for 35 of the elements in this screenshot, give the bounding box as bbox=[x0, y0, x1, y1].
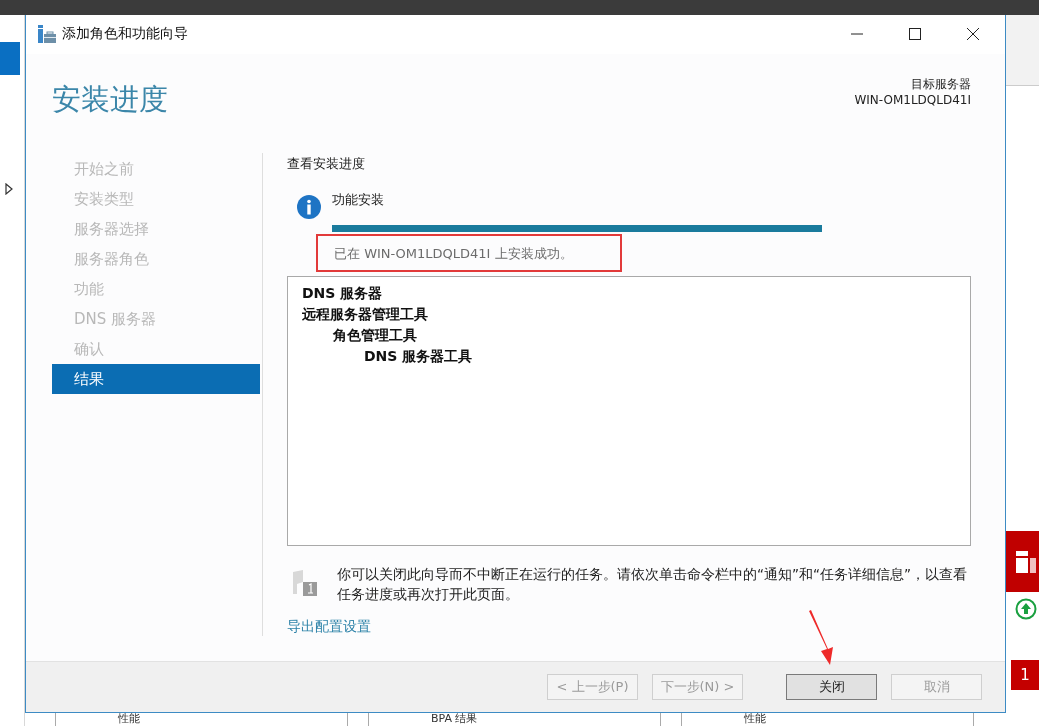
notification-tile[interactable] bbox=[1006, 531, 1039, 592]
info-icon bbox=[297, 194, 321, 219]
tile-title: 性能 bbox=[118, 713, 140, 725]
window-title: 添加角色和功能向导 bbox=[62, 25, 188, 44]
export-settings-link[interactable]: 导出配置设置 bbox=[287, 617, 371, 636]
wizard-button[interactable]: 关闭 bbox=[786, 673, 877, 700]
tile-title: BPA 结果 bbox=[431, 713, 478, 725]
server-toolbox-icon bbox=[38, 25, 56, 44]
wizard-step[interactable]: 确认 bbox=[52, 333, 260, 364]
close-icon bbox=[967, 28, 979, 41]
maximize-icon bbox=[909, 28, 921, 41]
expand-icon[interactable] bbox=[5, 183, 13, 195]
wizard-step[interactable]: 结果 bbox=[52, 363, 260, 394]
wizard-step[interactable]: 功能 bbox=[52, 273, 260, 304]
section-heading: 查看安装进度 bbox=[287, 154, 365, 173]
target-server-label: 目标服务器 bbox=[911, 76, 971, 93]
wizard-step[interactable]: DNS 服务器 bbox=[52, 303, 260, 334]
wizard-step[interactable]: 安装类型 bbox=[52, 183, 260, 214]
status-message: 已在 WIN-OM1LDQLD41I 上安装成功。 bbox=[334, 245, 573, 261]
result-item: 远程服务器管理工具 bbox=[302, 305, 428, 322]
annotation-arrow bbox=[806, 609, 836, 667]
tile-title: 性能 bbox=[744, 713, 766, 725]
target-server-name: WIN-OM1LDQLD41I bbox=[854, 92, 971, 109]
wizard-step[interactable]: 服务器角色 bbox=[52, 243, 260, 274]
result-item: 角色管理工具 bbox=[333, 326, 417, 343]
page-title: 安装进度 bbox=[52, 81, 168, 119]
grid-icon bbox=[1016, 550, 1036, 573]
result-item: DNS 服务器 bbox=[302, 284, 383, 301]
result-item: DNS 服务器工具 bbox=[364, 347, 473, 364]
wizard-step[interactable]: 开始之前 bbox=[52, 153, 260, 184]
info-note: 你可以关闭此向导而不中断正在运行的任务。请依次单击命令栏中的“通知”和“任务详细信息”，以查看任务进度或再次打开此页面。 bbox=[337, 564, 968, 604]
wizard-step[interactable]: 服务器选择 bbox=[52, 213, 260, 244]
flag-icon bbox=[291, 567, 319, 598]
count-badge: 1 bbox=[1011, 660, 1039, 690]
status-label: 功能安装 bbox=[332, 190, 385, 209]
